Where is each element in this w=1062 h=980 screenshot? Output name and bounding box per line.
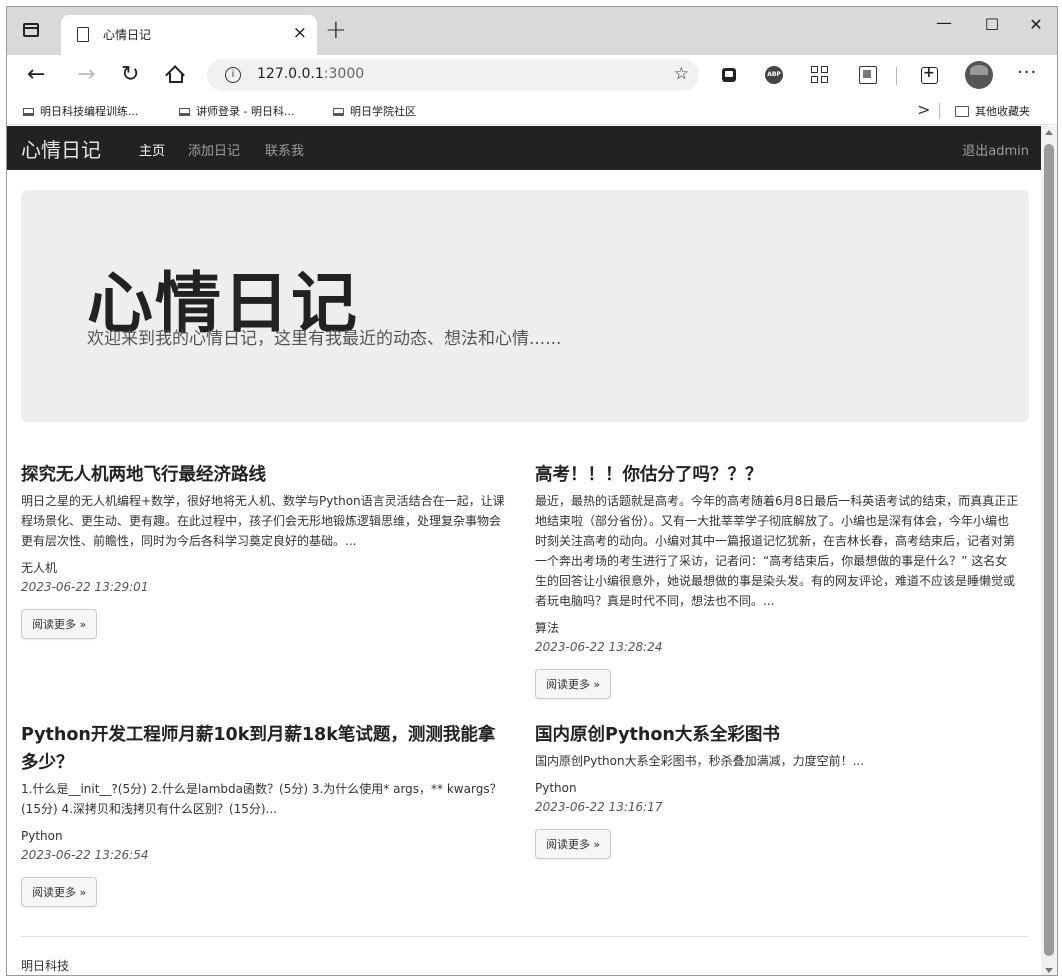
post-title: 高考！！！你估分了吗？？？: [535, 465, 763, 485]
page-viewport: 心情日记 主页 添加日记 联系我 退出admin 心情日记 欢迎来到我的心情日记…: [7, 126, 1043, 975]
collections-icon[interactable]: [919, 65, 939, 85]
address-bar[interactable]: i 127.0.0.1:3000 ☆: [207, 59, 699, 91]
close-window-button[interactable]: ✕: [1021, 15, 1051, 34]
post-card: 探究无人机两地飞行最经济路线 明日之星的无人机编程+数学，很好地将无人机、数学与…: [21, 461, 505, 639]
nav-home-link[interactable]: 主页: [139, 140, 165, 159]
browser-tab[interactable]: 心情日记 ×: [61, 15, 317, 55]
scrollbar-thumb[interactable]: [1044, 144, 1054, 956]
bookmark-site-icon: [333, 108, 344, 116]
post-excerpt: 最近，最热的话题就是高考。今年的高考随着6月8日最后一科英语考试的结束，而真真正…: [535, 494, 1019, 608]
browser-window: 心情日记 × + — ☐ ✕ ← → ↻ i 127.0.0.1:3000 ☆ …: [6, 6, 1058, 976]
post-excerpt: 1.什么是__init__?(5分) 2.什么是lambda函数？(5分) 3.…: [21, 782, 502, 816]
other-bookmarks-folder[interactable]: 其他收藏夹: [955, 103, 1030, 119]
read-more-button[interactable]: 阅读更多 »: [21, 609, 98, 639]
scroll-up-arrow-icon[interactable]: [1045, 130, 1053, 135]
post-date: 2023-06-22 13:16:17: [535, 800, 663, 814]
add-favorite-icon[interactable]: ☆: [674, 64, 689, 84]
nav-add-diary-link[interactable]: 添加日记: [188, 140, 240, 159]
post-title: 国内原创Python大系全彩图书: [535, 725, 780, 745]
post-card: Python开发工程师月薪10k到月薪18k笔试题，测测我能拿多少？ 1.什么是…: [21, 721, 505, 907]
post-category: Python: [535, 781, 577, 795]
toolbar-divider: [896, 67, 897, 85]
post-category: 无人机: [21, 561, 58, 575]
bookmarks-divider: [939, 103, 940, 119]
site-brand[interactable]: 心情日记: [21, 134, 101, 163]
minimize-button[interactable]: —: [929, 13, 959, 32]
tab-title: 心情日记: [103, 28, 152, 42]
post-date: 2023-06-22 13:26:54: [21, 848, 149, 862]
hero-banner: 心情日记 欢迎来到我的心情日记，这里有我最近的动态、想法和心情......: [21, 190, 1029, 422]
more-menu-icon[interactable]: ···: [1017, 62, 1037, 83]
tab-close-icon[interactable]: ×: [293, 23, 307, 43]
site-info-icon[interactable]: i: [225, 67, 241, 83]
post-title: 探究无人机两地飞行最经济路线: [21, 465, 266, 485]
chevron-right-icon[interactable]: >: [917, 100, 930, 119]
reload-icon[interactable]: ↻: [121, 63, 139, 87]
post-category: Python: [21, 829, 63, 843]
extension-icon[interactable]: [719, 65, 739, 85]
bookmark-item[interactable]: 讲师登录 - 明日科...: [179, 103, 294, 119]
read-more-button[interactable]: 阅读更多 »: [535, 829, 612, 859]
nav-contact-link[interactable]: 联系我: [265, 140, 304, 159]
browser-toolbar: ← → ↻ i 127.0.0.1:3000 ☆ ···: [7, 55, 1057, 97]
read-more-button[interactable]: 阅读更多 »: [535, 669, 612, 699]
post-title: Python开发工程师月薪10k到月薪18k笔试题，测测我能拿多少？: [21, 725, 496, 773]
screenshot-icon[interactable]: [858, 65, 878, 85]
post-date: 2023-06-22 13:28:24: [535, 640, 663, 654]
adblock-icon[interactable]: [764, 65, 784, 85]
post-excerpt: 国内原创Python大系全彩图书，秒杀叠加满减，力度空前！...: [535, 754, 865, 768]
hero-subtitle: 欢迎来到我的心情日记，这里有我最近的动态、想法和心情......: [87, 329, 562, 349]
bookmark-site-icon: [23, 108, 34, 116]
post-card: 高考！！！你估分了吗？？？ 最近，最热的话题就是高考。今年的高考随着6月8日最后…: [535, 461, 1019, 699]
scroll-down-arrow-icon[interactable]: [1045, 968, 1053, 973]
bookmark-item[interactable]: 明日科技编程训练...: [23, 103, 139, 119]
bookmarks-bar: 明日科技编程训练... 讲师登录 - 明日科... 明日学院社区 > 其他收藏夹: [7, 97, 1057, 125]
footer-text: 明日科技: [21, 959, 70, 973]
page-scrollbar[interactable]: [1041, 126, 1057, 975]
maximize-button[interactable]: ☐: [977, 15, 1007, 34]
folder-icon: [955, 106, 969, 117]
title-bar: 心情日记 × + — ☐ ✕: [7, 7, 1057, 55]
profile-avatar[interactable]: [965, 61, 993, 89]
home-icon[interactable]: [165, 65, 185, 85]
forward-arrow-icon[interactable]: →: [77, 63, 95, 87]
url-text[interactable]: 127.0.0.1:3000: [257, 66, 364, 82]
logout-link[interactable]: 退出admin: [962, 140, 1029, 159]
footer-divider: [21, 936, 1029, 937]
site-navbar: 心情日记 主页 添加日记 联系我 退出admin: [7, 126, 1043, 170]
tab-actions-icon[interactable]: [23, 23, 39, 37]
qr-code-icon[interactable]: [810, 65, 830, 85]
bookmark-item[interactable]: 明日学院社区: [333, 103, 416, 119]
post-excerpt: 明日之星的无人机编程+数学，很好地将无人机、数学与Python语言灵活结合在一起…: [21, 494, 505, 548]
back-arrow-icon[interactable]: ←: [27, 63, 45, 87]
page-icon: [77, 27, 89, 42]
post-card: 国内原创Python大系全彩图书 国内原创Python大系全彩图书，秒杀叠加满减…: [535, 721, 1019, 859]
bookmark-site-icon: [179, 108, 190, 116]
new-tab-button[interactable]: +: [325, 17, 347, 43]
post-date: 2023-06-22 13:29:01: [21, 580, 149, 594]
post-category: 算法: [535, 621, 560, 635]
read-more-button[interactable]: 阅读更多 »: [21, 877, 98, 907]
